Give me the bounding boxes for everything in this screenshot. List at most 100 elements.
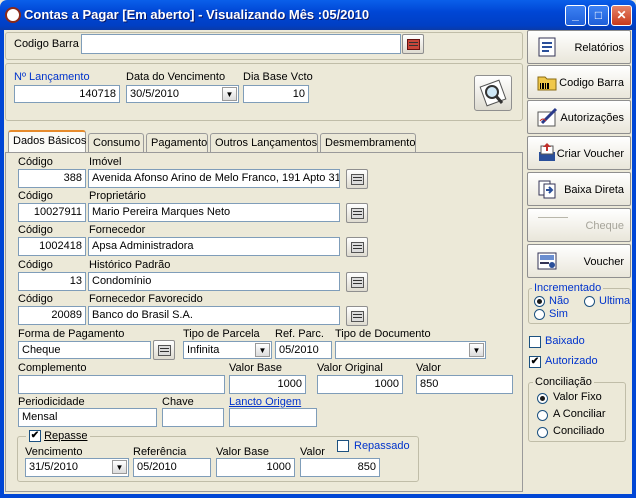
incrementado-nao-radio[interactable] xyxy=(534,296,545,307)
tab-label: Outros Lançamentos xyxy=(215,137,318,149)
incrementado-nao-label: Não xyxy=(549,295,570,307)
tab-label: Dados Básicos xyxy=(13,135,87,147)
conciliacao-conciliado-radio[interactable] xyxy=(537,427,548,438)
autorizado-checkbox[interactable]: ✔ xyxy=(529,356,541,368)
incrementado-ultima-radio[interactable] xyxy=(584,296,595,307)
valor-original-input[interactable]: 1000 xyxy=(317,375,403,394)
autorizado-label: Autorizado xyxy=(545,355,598,367)
tab-pagamento[interactable]: Pagamento xyxy=(146,133,208,152)
codigo-barra-label: Codigo Barra xyxy=(559,77,624,89)
repassado-checkbox[interactable] xyxy=(337,440,349,452)
list-icon xyxy=(351,242,364,253)
vencimento-date-picker[interactable]: 30/5/2010 ▼ xyxy=(126,85,239,103)
tab-outros-lancamentos[interactable]: Outros Lançamentos xyxy=(210,133,318,152)
ref-parc-input[interactable]: 05/2010 xyxy=(275,341,332,359)
fornecedor-label: Fornecedor xyxy=(89,224,146,236)
imovel-label: Imóvel xyxy=(89,156,122,168)
dia-base-input[interactable]: 10 xyxy=(243,85,309,103)
fornecedor-fav-name-input[interactable]: Banco do Brasil S.A. xyxy=(88,306,340,325)
ref-parc-label: Ref. Parc. xyxy=(275,328,324,340)
incrementado-sim-radio[interactable] xyxy=(534,309,545,320)
fornecedor-fav-lookup-button[interactable] xyxy=(346,306,368,326)
periodicidade-input[interactable]: Mensal xyxy=(18,408,157,427)
chevron-down-icon[interactable]: ▼ xyxy=(222,87,237,101)
historico-code-input[interactable]: 13 xyxy=(18,272,86,291)
repasse-checkbox-row[interactable]: ✔ Repasse xyxy=(26,430,91,443)
chevron-down-icon[interactable]: ▼ xyxy=(255,343,270,357)
fornecedor-code-input[interactable]: 1002418 xyxy=(18,237,86,256)
fornecedor-code-label: Código xyxy=(18,224,53,236)
tab-dados-basicos[interactable]: Dados Básicos xyxy=(8,130,86,153)
periodicidade-label: Periodicidade xyxy=(18,396,85,408)
repasse-checkbox[interactable]: ✔ xyxy=(29,430,41,443)
repasse-valor-base-label: Valor Base xyxy=(216,446,269,458)
historico-name-input[interactable]: Condomínio xyxy=(88,272,340,291)
chave-label: Chave xyxy=(162,396,194,408)
tab-desmembramento[interactable]: Desmembramento xyxy=(320,133,416,152)
forma-pagamento-lookup-button[interactable] xyxy=(153,340,175,360)
imovel-name-input[interactable]: Avenida Afonso Arino de Melo Franco, 191… xyxy=(88,169,340,188)
forma-pagamento-input[interactable]: Cheque xyxy=(18,341,151,359)
complemento-input[interactable] xyxy=(18,375,225,394)
proprietario-code-input[interactable]: 10027911 xyxy=(18,203,86,222)
fornecedor-lookup-button[interactable] xyxy=(346,237,368,257)
repasse-valor-input[interactable]: 850 xyxy=(300,458,380,477)
fornecedor-name-input[interactable]: Apsa Administradora xyxy=(88,237,340,256)
proprietario-lookup-button[interactable] xyxy=(346,203,368,223)
minimize-button[interactable]: _ xyxy=(565,5,586,26)
relatorios-label: Relatórios xyxy=(574,42,624,54)
repasse-valor-label: Valor xyxy=(300,446,325,458)
imovel-lookup-button[interactable] xyxy=(346,169,368,189)
fornecedor-fav-label: Fornecedor Favorecido xyxy=(89,293,203,305)
barcode-eraser-button[interactable] xyxy=(402,34,424,54)
repasse-valor-base-input[interactable]: 1000 xyxy=(216,458,295,477)
tab-label: Pagamento xyxy=(151,137,208,149)
search-lancamento-button[interactable] xyxy=(474,75,512,111)
tab-consumo[interactable]: Consumo xyxy=(88,133,144,152)
baixa-direta-label: Baixa Direta xyxy=(564,184,624,196)
tipo-parcela-select[interactable]: Infinita ▼ xyxy=(183,341,272,359)
voucher-button[interactable]: Voucher xyxy=(527,244,631,278)
conciliacao-valor-fixo-radio[interactable] xyxy=(537,393,548,404)
lancamento-input[interactable]: 140718 xyxy=(14,85,120,103)
fornecedor-fav-code-input[interactable]: 20089 xyxy=(18,306,86,325)
chevron-down-icon[interactable]: ▼ xyxy=(112,460,127,474)
chave-input[interactable] xyxy=(162,408,224,427)
conciliacao-a-conciliar-radio[interactable] xyxy=(537,410,548,421)
imovel-code-input[interactable]: 388 xyxy=(18,169,86,188)
conciliacao-conciliado-label: Conciliado xyxy=(553,425,605,437)
proprietario-name-input[interactable]: Mario Pereira Marques Neto xyxy=(88,203,340,222)
valor-input[interactable]: 850 xyxy=(416,375,513,394)
barcode-input[interactable] xyxy=(81,34,401,54)
cheque-button[interactable]: Cheque xyxy=(527,208,631,242)
close-button[interactable]: ✕ xyxy=(611,5,632,26)
valor-original-label: Valor Original xyxy=(317,362,383,374)
vencimento-value: 30/5/2010 xyxy=(130,88,179,100)
historico-label: Histórico Padrão xyxy=(89,259,171,271)
repasse-vencimento-date-picker[interactable]: 31/5/2010 ▼ xyxy=(25,458,129,477)
create-voucher-icon xyxy=(539,143,555,161)
incrementado-ultima-label: Ultima xyxy=(599,295,631,307)
magnifier-icon xyxy=(479,79,507,107)
valor-base-input[interactable]: 1000 xyxy=(229,375,306,394)
vencimento-label: Data do Vencimento xyxy=(126,71,226,83)
list-icon xyxy=(351,208,364,219)
repasse-referencia-input[interactable]: 05/2010 xyxy=(133,458,211,477)
chevron-down-icon[interactable]: ▼ xyxy=(469,343,484,357)
baixado-checkbox[interactable] xyxy=(529,336,541,348)
criar-voucher-button[interactable]: Criar Voucher xyxy=(527,136,631,170)
relatorios-button[interactable]: Relatórios xyxy=(527,30,631,64)
tipo-documento-select[interactable]: ▼ xyxy=(335,341,486,359)
lancamento-label: Nº Lançamento xyxy=(14,71,90,83)
tipo-parcela-value: Infinita xyxy=(187,344,220,356)
maximize-button[interactable]: □ xyxy=(588,5,609,26)
dia-base-label: Dia Base Vcto xyxy=(243,71,313,83)
lancto-origem-link[interactable]: Lancto Origem xyxy=(229,396,301,408)
valor-base-label: Valor Base xyxy=(229,362,282,374)
lancto-origem-input[interactable] xyxy=(229,408,317,427)
baixa-direta-button[interactable]: Baixa Direta xyxy=(527,172,631,206)
codigo-barra-button[interactable]: Codigo Barra xyxy=(527,65,631,99)
autorizacoes-button[interactable]: Autorizações xyxy=(527,100,631,134)
cheque-icon xyxy=(538,217,568,218)
historico-lookup-button[interactable] xyxy=(346,272,368,292)
